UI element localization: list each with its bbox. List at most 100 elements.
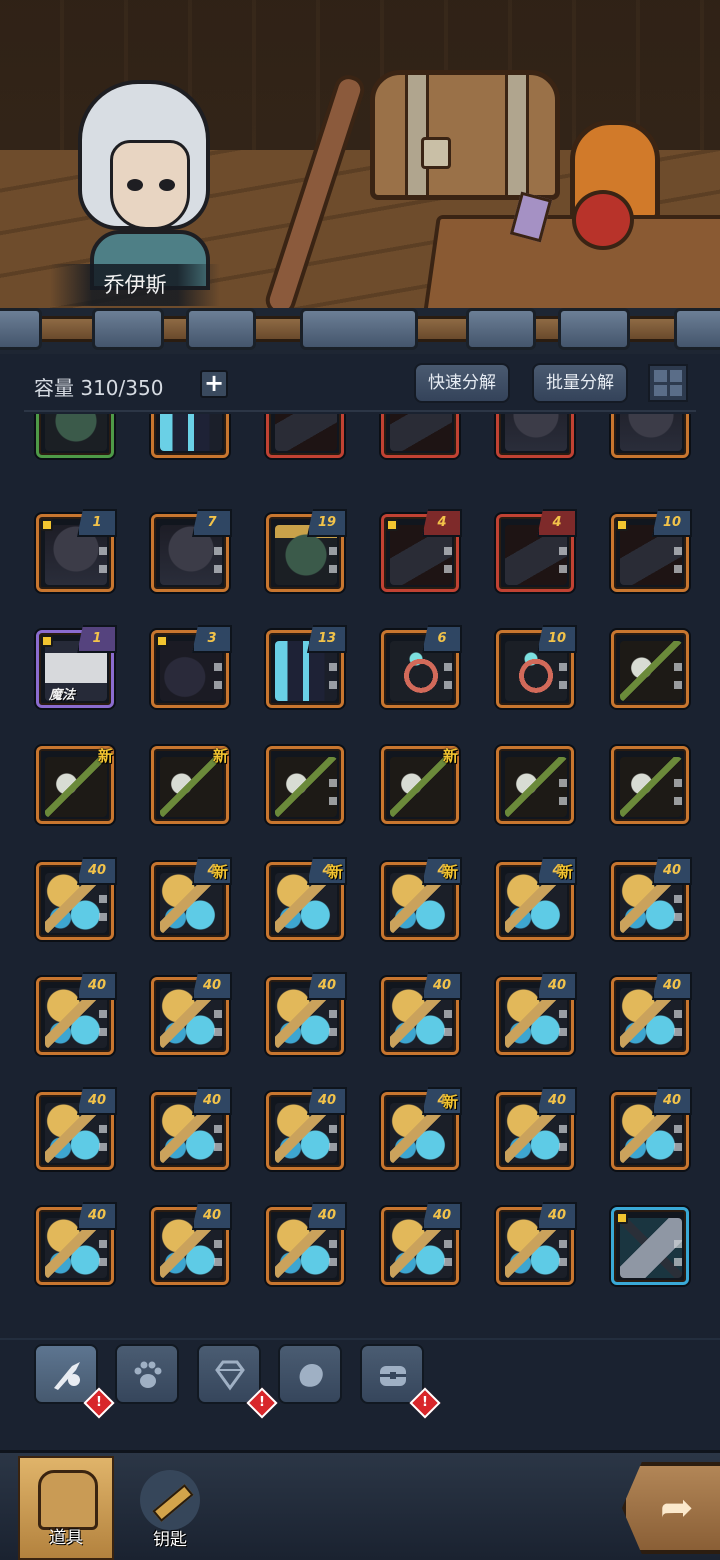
item-slot[interactable] bbox=[266, 414, 344, 458]
nav-items[interactable]: 道具 bbox=[18, 1456, 114, 1560]
item-slot[interactable]: 4新 bbox=[381, 857, 462, 940]
item-slot[interactable]: 10 bbox=[611, 509, 692, 592]
item-slot[interactable] bbox=[496, 746, 574, 824]
batch-decompose-button[interactable]: 批量分解 bbox=[532, 363, 628, 403]
new-badge: 新 bbox=[212, 747, 228, 765]
item-level: 40 bbox=[537, 972, 577, 1000]
item-slot[interactable]: 40 bbox=[611, 1087, 692, 1170]
item-slot[interactable]: 40 bbox=[36, 857, 117, 940]
item-slot[interactable]: 4 bbox=[381, 509, 462, 592]
new-badge: 新 bbox=[327, 863, 343, 881]
quick-decompose-button[interactable]: 快速分解 bbox=[414, 363, 510, 403]
item-slot[interactable]: 13 bbox=[266, 625, 347, 708]
tab-gems[interactable]: ! bbox=[197, 1344, 278, 1419]
grid-view-icon[interactable] bbox=[648, 364, 688, 402]
item-slot[interactable] bbox=[151, 414, 229, 458]
category-tabs: ! ! ! bbox=[0, 1338, 720, 1448]
capacity-value: 310/350 bbox=[80, 376, 164, 400]
item-slot[interactable]: 10 bbox=[496, 625, 577, 708]
tab-boxes[interactable]: ! bbox=[360, 1344, 441, 1419]
item-slot[interactable]: 6 bbox=[381, 625, 462, 708]
tab-pets[interactable] bbox=[115, 1344, 179, 1404]
tab-materials[interactable] bbox=[278, 1344, 342, 1404]
item-slot[interactable]: 新 bbox=[36, 746, 114, 824]
item-slot[interactable]: 新 bbox=[381, 746, 459, 824]
next-arrow-button[interactable]: ➦ bbox=[622, 1462, 720, 1554]
item-slot[interactable]: 1 魔法 bbox=[36, 625, 117, 708]
item-level: 40 bbox=[307, 972, 347, 1000]
item-level: 40 bbox=[422, 972, 462, 1000]
item-level: 10 bbox=[537, 625, 577, 653]
item-level: 40 bbox=[192, 972, 232, 1000]
item-slot[interactable]: 40 bbox=[36, 1202, 117, 1285]
item-slot[interactable]: 40 bbox=[611, 857, 692, 940]
lock-icon bbox=[386, 519, 398, 531]
new-badge: 新 bbox=[212, 863, 228, 881]
item-slot[interactable]: 新 bbox=[151, 746, 229, 824]
item-slot[interactable]: 19 bbox=[266, 509, 347, 592]
tab-weapons[interactable]: ! bbox=[34, 1344, 115, 1419]
paw-icon bbox=[134, 1361, 162, 1388]
nav-items-label: 道具 bbox=[49, 1528, 83, 1548]
hero-portrait[interactable] bbox=[70, 70, 220, 290]
divider-rail bbox=[0, 308, 720, 354]
inventory-header: 容量 310/350 + 快速分解 批量分解 bbox=[24, 356, 696, 412]
item-level: 40 bbox=[652, 857, 692, 885]
item-slot[interactable]: 4 bbox=[496, 509, 577, 592]
bottom-nav: 道具 钥匙 bbox=[0, 1450, 720, 1560]
item-level: 40 bbox=[192, 1202, 232, 1230]
alert-badge: ! bbox=[409, 1387, 441, 1419]
item-slot[interactable] bbox=[611, 746, 689, 824]
item-slot[interactable]: 4新 bbox=[381, 1087, 462, 1170]
item-slot[interactable] bbox=[36, 414, 114, 458]
item-slot[interactable]: 40 bbox=[496, 972, 577, 1055]
gem-icon bbox=[215, 1360, 245, 1391]
lock-icon bbox=[41, 635, 53, 647]
item-level: 40 bbox=[307, 1087, 347, 1115]
item-slot[interactable] bbox=[611, 630, 689, 708]
item-slot[interactable]: 4新 bbox=[496, 857, 577, 940]
item-level: 40 bbox=[652, 1087, 692, 1115]
item-slot[interactable]: 1 bbox=[36, 509, 117, 592]
item-slot[interactable] bbox=[266, 746, 344, 824]
item-slot[interactable]: 4新 bbox=[266, 857, 347, 940]
item-slot[interactable] bbox=[496, 414, 574, 458]
item-slot[interactable]: 40 bbox=[266, 1087, 347, 1170]
item-slot[interactable]: 40 bbox=[266, 1202, 347, 1285]
item-slot[interactable]: 40 bbox=[36, 1087, 117, 1170]
item-level: 40 bbox=[537, 1202, 577, 1230]
item-slot[interactable]: 40 bbox=[496, 1202, 577, 1285]
item-slot[interactable]: 40 bbox=[381, 1202, 462, 1285]
items-chest-icon bbox=[38, 1470, 98, 1530]
item-level: 1 bbox=[77, 509, 117, 537]
nav-keys[interactable]: 钥匙 bbox=[122, 1456, 218, 1560]
item-slot[interactable]: 3 bbox=[151, 625, 232, 708]
item-slot[interactable]: 40 bbox=[496, 1087, 577, 1170]
item-slot[interactable] bbox=[611, 1207, 689, 1285]
new-badge: 新 bbox=[442, 747, 458, 765]
item-level: 40 bbox=[77, 972, 117, 1000]
lock-icon bbox=[616, 519, 628, 531]
item-level: 40 bbox=[652, 972, 692, 1000]
item-level: 13 bbox=[307, 625, 347, 653]
lock-icon bbox=[41, 519, 53, 531]
alert-badge: ! bbox=[83, 1387, 115, 1419]
item-level: 4 bbox=[422, 509, 462, 537]
item-slot[interactable] bbox=[611, 414, 689, 458]
shop-table bbox=[422, 215, 720, 315]
item-slot[interactable]: 40 bbox=[151, 972, 232, 1055]
inventory-grid: 1 7 19 4 4 10 1 魔法 3 13 6 10 新 新 新 40 4新 … bbox=[0, 414, 720, 1334]
item-slot[interactable]: 40 bbox=[151, 1087, 232, 1170]
item-slot[interactable]: 40 bbox=[266, 972, 347, 1055]
expand-capacity-button[interactable]: + bbox=[200, 370, 228, 398]
item-slot[interactable]: 7 bbox=[151, 509, 232, 592]
new-badge: 新 bbox=[97, 747, 113, 765]
item-level: 40 bbox=[537, 1087, 577, 1115]
item-slot[interactable]: 40 bbox=[611, 972, 692, 1055]
item-slot[interactable]: 40 bbox=[36, 972, 117, 1055]
item-level: 40 bbox=[422, 1202, 462, 1230]
item-slot[interactable]: 40 bbox=[151, 1202, 232, 1285]
item-slot[interactable] bbox=[381, 414, 459, 458]
item-slot[interactable]: 4新 bbox=[151, 857, 232, 940]
item-slot[interactable]: 40 bbox=[381, 972, 462, 1055]
